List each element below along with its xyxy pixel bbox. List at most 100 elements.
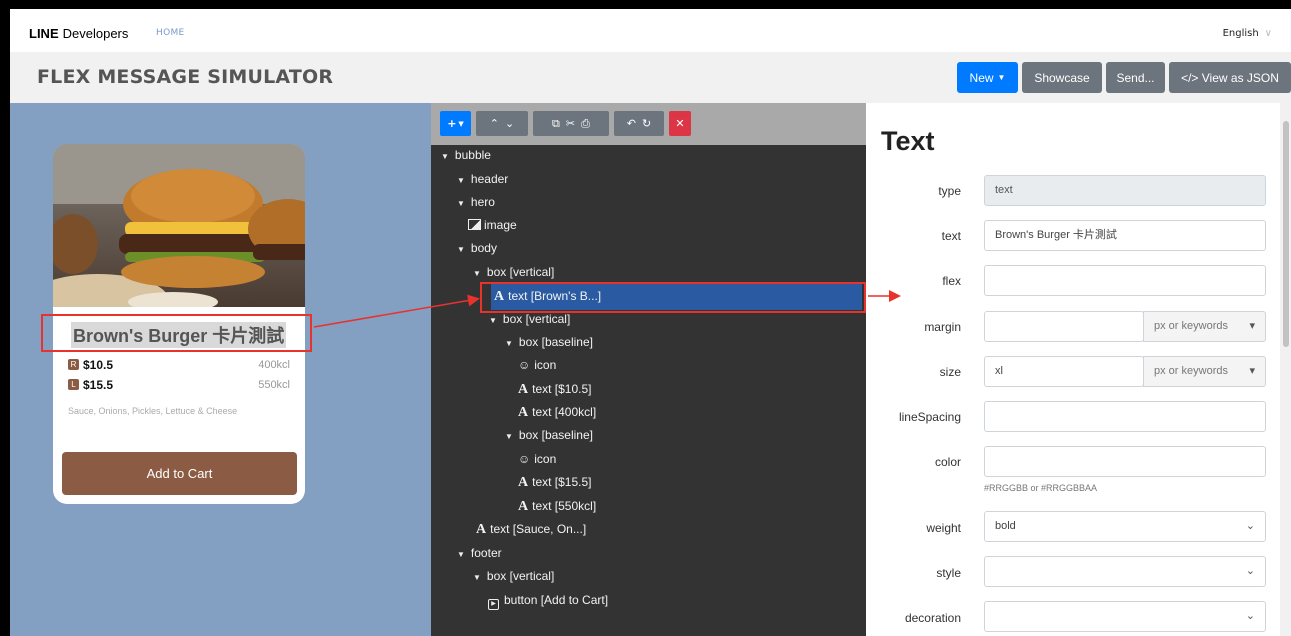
linespacing-field[interactable] xyxy=(984,401,1266,432)
caret-down-icon: ▼ xyxy=(458,119,464,128)
brand-logo[interactable]: LINE Developers xyxy=(29,26,128,41)
caret-down-icon: ▼ xyxy=(473,573,481,582)
clipboard-buttons[interactable]: ⧉ ✂ ⎙ xyxy=(533,111,609,136)
style-label: style xyxy=(936,566,961,580)
decoration-select[interactable]: ⌄ xyxy=(984,601,1266,632)
history-buttons[interactable]: ↶ ↻ xyxy=(614,111,664,136)
node-label: image xyxy=(484,218,517,232)
node-label: text [550kcl] xyxy=(532,499,597,513)
tree-node-text-kcal[interactable]: Atext [550kcl] xyxy=(518,495,596,518)
delete-button[interactable]: ✕ xyxy=(669,111,691,136)
size-unit-dropdown[interactable]: px or keywords ▾ xyxy=(1143,356,1266,387)
node-label: text [400kcl] xyxy=(532,405,597,419)
caret-down-icon: ▾ xyxy=(1249,320,1255,332)
caret-down-icon: ▼ xyxy=(441,152,449,161)
text-field[interactable]: Brown's Burger 卡片測試 xyxy=(984,220,1266,251)
paste-icon[interactable]: ⎙ xyxy=(581,117,590,131)
margin-unit-dropdown[interactable]: px or keywords ▾ xyxy=(1143,311,1266,342)
size-field[interactable]: xl xyxy=(984,356,1144,387)
move-buttons[interactable]: ⌃ ⌄ xyxy=(476,111,528,136)
tree-node-box-vertical[interactable]: ▼ box [vertical] xyxy=(473,261,554,284)
copy-icon[interactable]: ⧉ xyxy=(552,117,560,131)
language-selector[interactable]: English ∨ xyxy=(1223,28,1272,39)
weight-value: bold xyxy=(995,520,1016,532)
kcal-text: 400kcl xyxy=(258,359,290,371)
caret-down-icon: ▼ xyxy=(505,339,513,348)
undo-icon[interactable]: ↶ xyxy=(627,117,636,130)
style-select[interactable]: ⌄ xyxy=(984,556,1266,587)
text-icon: A xyxy=(476,522,487,537)
tree-node-footer[interactable]: ▼ footer xyxy=(457,542,502,565)
flex-label: flex xyxy=(942,274,961,288)
send-button[interactable]: Send... xyxy=(1106,62,1165,93)
text-icon: A xyxy=(518,499,529,514)
chevron-down-icon: ⌄ xyxy=(1245,610,1255,622)
properties-scrollbar[interactable] xyxy=(1280,103,1291,636)
linespacing-label: lineSpacing xyxy=(898,410,961,424)
move-down-icon[interactable]: ⌄ xyxy=(505,117,514,130)
view-json-button[interactable]: </> View as JSON xyxy=(1169,62,1291,93)
tree-node-box-vertical[interactable]: ▼ box [vertical] xyxy=(473,565,554,588)
add-to-cart-button[interactable]: Add to Cart xyxy=(62,452,297,495)
price-text: $10.5 xyxy=(83,358,114,372)
image-icon xyxy=(468,219,481,230)
tree-node-button[interactable]: ▶ button [Add to Cart] xyxy=(488,589,608,612)
move-up-icon[interactable]: ⌃ xyxy=(490,117,499,130)
tree-node-icon[interactable]: ☺ icon xyxy=(518,448,556,471)
node-label: box [vertical] xyxy=(486,569,555,583)
annotation-box-node xyxy=(480,282,866,313)
top-navbar: LINE Developers HOME English ∨ xyxy=(10,9,1291,53)
tree-node-body[interactable]: ▼ body xyxy=(457,237,497,260)
tree-node-bubble[interactable]: ▼ bubble xyxy=(441,144,491,167)
size-l-icon: L xyxy=(68,379,79,390)
node-label: bubble xyxy=(454,148,491,162)
close-icon: ✕ xyxy=(675,117,685,130)
showcase-button[interactable]: Showcase xyxy=(1022,62,1102,93)
plus-icon: + xyxy=(447,117,457,130)
text-icon: A xyxy=(518,382,529,397)
tree-node-text-kcal[interactable]: Atext [400kcl] xyxy=(518,401,596,424)
node-label: hero xyxy=(470,195,495,209)
size-unit-label: px or keywords xyxy=(1154,365,1228,377)
screen-border-left xyxy=(0,0,10,636)
scroll-thumb[interactable] xyxy=(1283,121,1289,347)
margin-label: margin xyxy=(924,320,961,334)
new-button[interactable]: New ▼ xyxy=(957,62,1018,93)
smiley-icon: ☺ xyxy=(518,452,531,466)
weight-select[interactable]: bold ⌄ xyxy=(984,511,1266,542)
flex-field[interactable] xyxy=(984,265,1266,296)
tree-node-header[interactable]: ▼ header xyxy=(457,168,508,191)
tree-node-icon[interactable]: ☺ icon xyxy=(518,354,556,377)
margin-field[interactable] xyxy=(984,311,1144,342)
add-component-button[interactable]: + ▼ xyxy=(440,111,471,136)
redo-icon[interactable]: ↻ xyxy=(642,117,651,130)
node-label: footer xyxy=(470,546,502,560)
caret-down-icon: ▼ xyxy=(457,550,465,559)
color-label: color xyxy=(934,455,961,469)
size-label: size xyxy=(939,365,961,379)
chevron-down-icon: ∨ xyxy=(1264,28,1272,39)
tree-node-image[interactable]: image xyxy=(468,214,517,237)
tree-node-hero[interactable]: ▼ hero xyxy=(457,191,495,214)
tree-node-text-price[interactable]: Atext [$10.5] xyxy=(518,378,592,401)
node-label: text [$15.5] xyxy=(532,475,592,489)
caret-down-icon: ▼ xyxy=(457,199,465,208)
cut-icon[interactable]: ✂ xyxy=(566,117,575,130)
node-label: icon xyxy=(534,358,557,372)
node-label: body xyxy=(470,241,497,255)
home-link[interactable]: HOME xyxy=(156,28,185,38)
tree-node-text-price[interactable]: Atext [$15.5] xyxy=(518,471,592,494)
color-field[interactable] xyxy=(984,446,1266,477)
hero-image[interactable] xyxy=(53,144,305,307)
new-label: New xyxy=(969,70,994,85)
annotation-box-title xyxy=(41,314,312,352)
node-label: text [Sauce, On...] xyxy=(490,522,587,536)
app-frame: LINE Developers HOME English ∨ FLEX MESSAG… xyxy=(10,9,1291,636)
node-label: button [Add to Cart] xyxy=(504,593,609,607)
node-label: box [baseline] xyxy=(518,335,593,349)
tree-node-box-baseline[interactable]: ▼ box [baseline] xyxy=(505,424,593,447)
tree-node-box-baseline[interactable]: ▼ box [baseline] xyxy=(505,331,593,354)
tree-node-text-desc[interactable]: Atext [Sauce, On...] xyxy=(476,518,586,541)
chevron-down-icon: ⌄ xyxy=(1245,520,1255,532)
price-row-large: L $15.5 550kcl xyxy=(68,378,290,394)
